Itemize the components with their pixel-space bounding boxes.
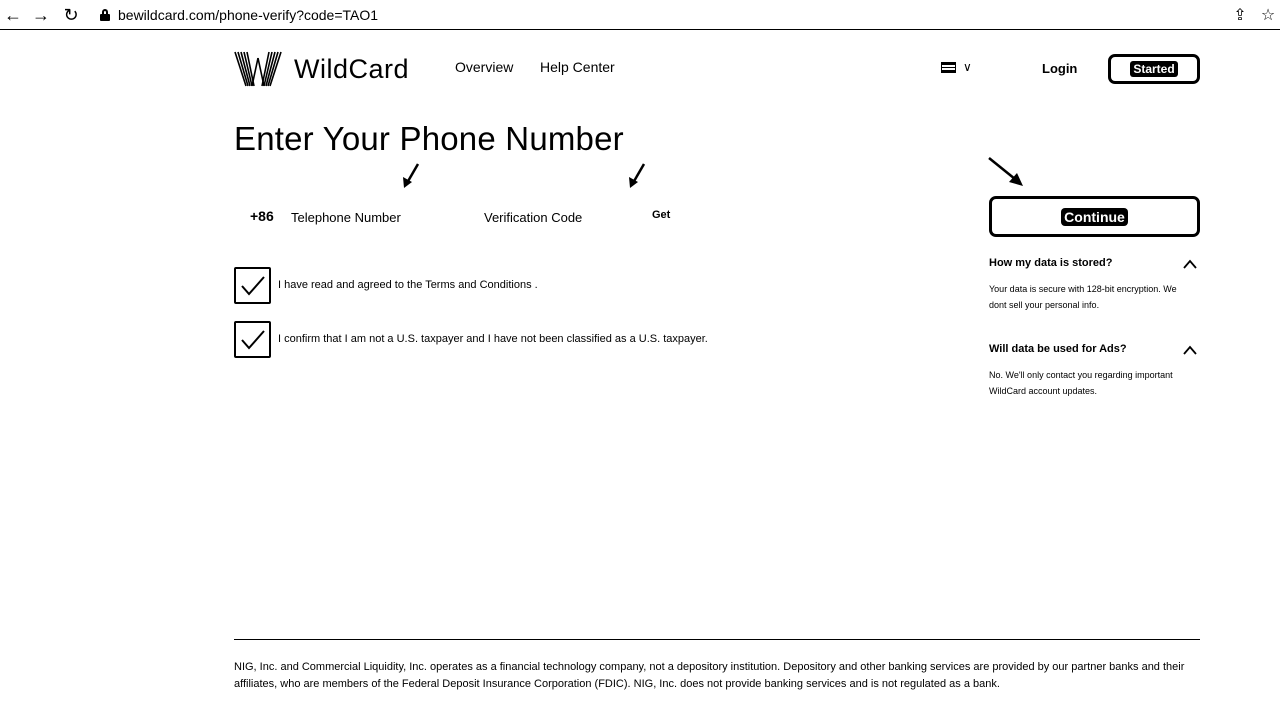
checkmark-icon xyxy=(240,275,265,296)
logo-text: WildCard xyxy=(294,53,410,84)
checkmark-icon xyxy=(240,329,265,350)
arrow-right-icon: → xyxy=(32,5,50,25)
wildcard-logo-icon xyxy=(234,51,282,87)
faq-answer-ads: No. We'll only contact you regarding imp… xyxy=(989,370,1173,396)
reload-button[interactable]: ↻ xyxy=(60,4,82,26)
arrow-annotation-icon xyxy=(403,163,420,188)
url-text: bewildcard.com/phone-verify?code=TAO1 xyxy=(118,7,379,23)
address-bar[interactable]: bewildcard.com/phone-verify?code=TAO1 xyxy=(100,5,378,25)
chevron-up-icon[interactable] xyxy=(1183,258,1197,270)
browser-toolbar: ← → ↻ bewildcard.com/phone-verify?code=T… xyxy=(0,0,1280,30)
verification-code-input[interactable] xyxy=(484,206,644,228)
continue-button[interactable]: Continue xyxy=(989,196,1200,237)
footer-divider xyxy=(234,639,1200,640)
back-button[interactable]: ← xyxy=(2,4,24,26)
lock-icon xyxy=(100,9,110,21)
wildcard-logo[interactable]: WildCard xyxy=(234,49,409,89)
faq-question-data-stored[interactable]: How my data is stored? xyxy=(989,257,1112,269)
faq-question-ads[interactable]: Will data be used for Ads? xyxy=(989,343,1127,355)
faq-answer-data-stored: Your data is secure with 128-bit encrypt… xyxy=(989,284,1177,310)
share-icon: ⇪ xyxy=(1233,7,1247,24)
us-flag-icon[interactable] xyxy=(941,62,956,73)
arrow-left-icon: ← xyxy=(4,5,22,25)
get-code-button[interactable]: Get xyxy=(652,209,670,221)
share-button[interactable]: ⇪ xyxy=(1229,4,1251,26)
login-link[interactable]: Login xyxy=(1042,61,1077,76)
chevron-up-icon[interactable] xyxy=(1183,344,1197,356)
nav-overview[interactable]: Overview xyxy=(455,59,513,75)
telephone-number-input[interactable] xyxy=(291,206,461,228)
footer-disclaimer: NIG, Inc. and Commercial Liquidity, Inc.… xyxy=(234,661,1185,690)
reload-icon: ↻ xyxy=(63,5,79,25)
chevron-down-icon[interactable]: ∨ xyxy=(963,60,972,74)
star-icon: ☆ xyxy=(1260,7,1276,24)
taxpayer-checkbox[interactable] xyxy=(234,321,271,358)
forward-button[interactable]: → xyxy=(30,4,52,26)
nav-help-center[interactable]: Help Center xyxy=(540,59,615,75)
continue-label: Continue xyxy=(1061,207,1128,226)
get-started-button[interactable]: Started xyxy=(1108,54,1200,84)
arrow-annotation-icon xyxy=(629,163,646,188)
terms-checkbox[interactable] xyxy=(234,267,271,304)
taxpayer-label: I confirm that I am not a U.S. taxpayer … xyxy=(278,333,708,345)
started-label: Started xyxy=(1130,61,1178,77)
page-title: Enter Your Phone Number xyxy=(234,120,624,157)
terms-label: I have read and agreed to the Terms and … xyxy=(278,279,538,291)
bookmark-button[interactable]: ☆ xyxy=(1257,4,1279,26)
arrow-annotation-icon xyxy=(988,157,1023,186)
country-code[interactable]: +86 xyxy=(250,208,274,224)
